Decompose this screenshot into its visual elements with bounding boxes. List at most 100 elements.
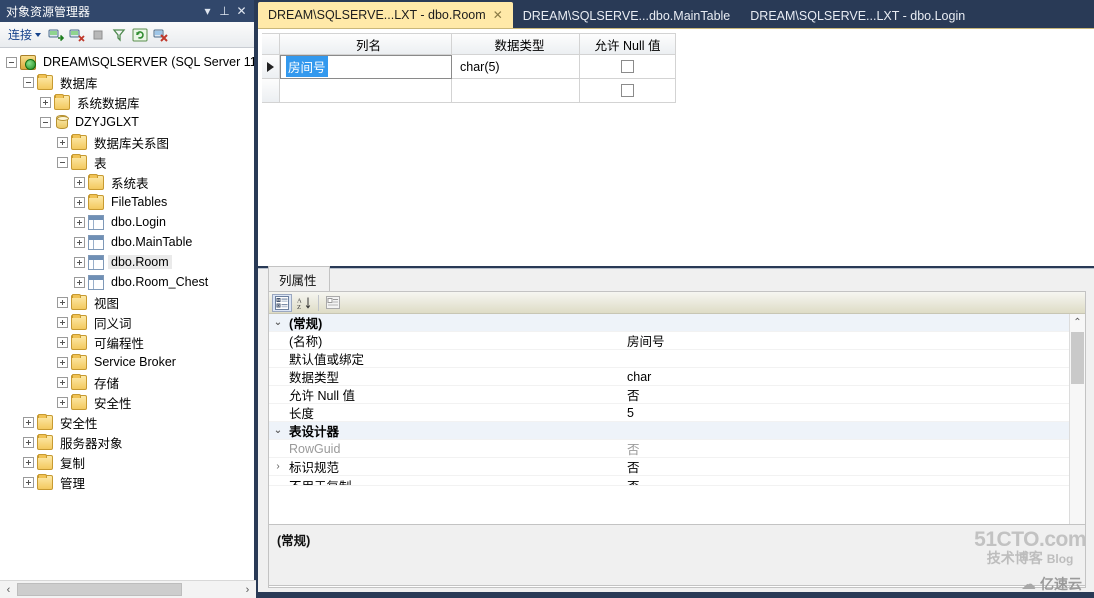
- scroll-up-icon[interactable]: ⌃: [1070, 314, 1085, 330]
- expand-icon[interactable]: [57, 396, 68, 408]
- table-row[interactable]: 房间号 char(5): [262, 55, 1094, 79]
- expand-icon[interactable]: [57, 376, 68, 388]
- tree-item[interactable]: dbo.Login: [0, 212, 254, 232]
- tree-item[interactable]: DREAM\SQLSERVER (SQL Server 11: [0, 52, 254, 72]
- expand-icon[interactable]: [57, 356, 68, 368]
- document-tab-active[interactable]: DREAM\SQLSERVE...LXT - dbo.Room ✕: [258, 2, 513, 28]
- property-row[interactable]: 数据类型 char: [269, 368, 1085, 386]
- expand-icon[interactable]: [23, 436, 34, 448]
- filter-icon[interactable]: [110, 26, 128, 44]
- expand-icon[interactable]: [23, 476, 34, 488]
- property-row[interactable]: 不用于复制否: [269, 476, 1085, 486]
- close-icon[interactable]: ✕: [233, 2, 250, 20]
- tree-item[interactable]: 服务器对象: [0, 432, 254, 452]
- expand-icon[interactable]: [74, 216, 85, 228]
- expand-icon[interactable]: [23, 456, 34, 468]
- property-row[interactable]: (名称) 房间号: [269, 332, 1085, 350]
- chevron-right-icon[interactable]: ›: [269, 461, 287, 472]
- tree-item[interactable]: DZYJGLXT: [0, 112, 254, 132]
- tree-item[interactable]: 系统表: [0, 172, 254, 192]
- hscroll-thumb[interactable]: [17, 583, 182, 596]
- collapse-icon[interactable]: [23, 76, 34, 88]
- refresh-icon[interactable]: [131, 26, 149, 44]
- property-value[interactable]: 否: [627, 476, 1085, 485]
- property-category-row[interactable]: ⌄ 表设计器: [269, 422, 1085, 440]
- stop-icon[interactable]: [89, 26, 107, 44]
- alphabetical-sort-icon[interactable]: A Z: [294, 294, 314, 312]
- cell-allow-nulls[interactable]: [580, 79, 676, 103]
- tree-item[interactable]: 系统数据库: [0, 92, 254, 112]
- property-row[interactable]: 默认值或绑定: [269, 350, 1085, 368]
- property-pages-icon[interactable]: [323, 294, 343, 312]
- pin-icon[interactable]: ⊥: [216, 2, 233, 20]
- scroll-right-icon[interactable]: ›: [239, 581, 256, 598]
- tree-item[interactable]: 视图: [0, 292, 254, 312]
- categorized-icon[interactable]: [272, 293, 292, 312]
- expand-icon[interactable]: [74, 256, 85, 268]
- tab-close-icon[interactable]: ✕: [493, 8, 503, 22]
- tab-column-properties[interactable]: 列属性: [268, 266, 330, 292]
- expand-icon[interactable]: [40, 96, 51, 108]
- row-selector[interactable]: [262, 79, 280, 103]
- tree-item[interactable]: 同义词: [0, 312, 254, 332]
- property-row[interactable]: 允许 Null 值 否: [269, 386, 1085, 404]
- tree-item[interactable]: 可编程性: [0, 332, 254, 352]
- tree-item[interactable]: 存储: [0, 372, 254, 392]
- tree-item[interactable]: dbo.Room_Chest: [0, 272, 254, 292]
- table-row[interactable]: [262, 79, 1094, 103]
- expand-icon[interactable]: [74, 196, 85, 208]
- row-selector[interactable]: [262, 55, 280, 79]
- disconnect-icon[interactable]: [68, 26, 86, 44]
- expand-icon[interactable]: [57, 296, 68, 308]
- allow-nulls-checkbox[interactable]: [621, 60, 634, 73]
- connect-button[interactable]: 连接: [5, 25, 44, 44]
- property-row[interactable]: RowGuid 否: [269, 440, 1085, 458]
- collapse-icon[interactable]: [6, 56, 17, 68]
- collapse-icon[interactable]: [40, 116, 51, 128]
- property-value[interactable]: 否: [627, 385, 1085, 404]
- tree-item[interactable]: 数据库关系图: [0, 132, 254, 152]
- property-value[interactable]: 5: [627, 406, 1085, 420]
- expand-icon[interactable]: [23, 416, 34, 428]
- property-row[interactable]: › 标识规范 否: [269, 458, 1085, 476]
- property-row[interactable]: 长度 5: [269, 404, 1085, 422]
- cell-column-name[interactable]: 房间号: [280, 55, 452, 79]
- tree-item[interactable]: 安全性: [0, 392, 254, 412]
- connect-icon[interactable]: [47, 26, 65, 44]
- property-value[interactable]: 否: [627, 439, 1085, 458]
- property-value[interactable]: 否: [627, 457, 1085, 476]
- column-grid[interactable]: 列名 数据类型 允许 Null 值 房间号 char(5): [262, 33, 1094, 103]
- vscroll-thumb[interactable]: [1071, 332, 1084, 384]
- document-tab[interactable]: DREAM\SQLSERVE...LXT - dbo.Login: [740, 4, 975, 28]
- cell-data-type[interactable]: [452, 79, 580, 103]
- tree-item[interactable]: 数据库: [0, 72, 254, 92]
- expand-icon[interactable]: [74, 176, 85, 188]
- tree-item[interactable]: FileTables: [0, 192, 254, 212]
- property-value[interactable]: char: [627, 370, 1085, 384]
- tree-item[interactable]: dbo.Room: [0, 252, 254, 272]
- expand-icon[interactable]: [74, 276, 85, 288]
- tree-item[interactable]: Service Broker: [0, 352, 254, 372]
- cell-data-type[interactable]: char(5): [452, 55, 580, 79]
- document-tab[interactable]: DREAM\SQLSERVE...dbo.MainTable: [513, 4, 741, 28]
- chevron-down-icon[interactable]: ⌄: [269, 425, 287, 436]
- expand-icon[interactable]: [74, 236, 85, 248]
- collapse-icon[interactable]: [57, 156, 68, 168]
- tree-item[interactable]: 安全性: [0, 412, 254, 432]
- expand-icon[interactable]: [57, 316, 68, 328]
- tree-item[interactable]: dbo.MainTable: [0, 232, 254, 252]
- tree-item[interactable]: 复制: [0, 452, 254, 472]
- expand-icon[interactable]: [57, 136, 68, 148]
- expand-icon[interactable]: [57, 336, 68, 348]
- property-category-row[interactable]: ⌄ (常规): [269, 314, 1085, 332]
- dropdown-icon[interactable]: ▾: [199, 2, 216, 20]
- tree-item[interactable]: 管理: [0, 472, 254, 492]
- tree-item[interactable]: 表: [0, 152, 254, 172]
- cell-column-name[interactable]: [280, 79, 452, 103]
- property-value[interactable]: 房间号: [627, 331, 1085, 350]
- cell-allow-nulls[interactable]: [580, 55, 676, 79]
- remove-icon[interactable]: [152, 26, 170, 44]
- scroll-left-icon[interactable]: ‹: [0, 581, 17, 598]
- chevron-down-icon[interactable]: ⌄: [269, 317, 287, 328]
- object-explorer-hscrollbar[interactable]: ‹ ›: [0, 580, 256, 598]
